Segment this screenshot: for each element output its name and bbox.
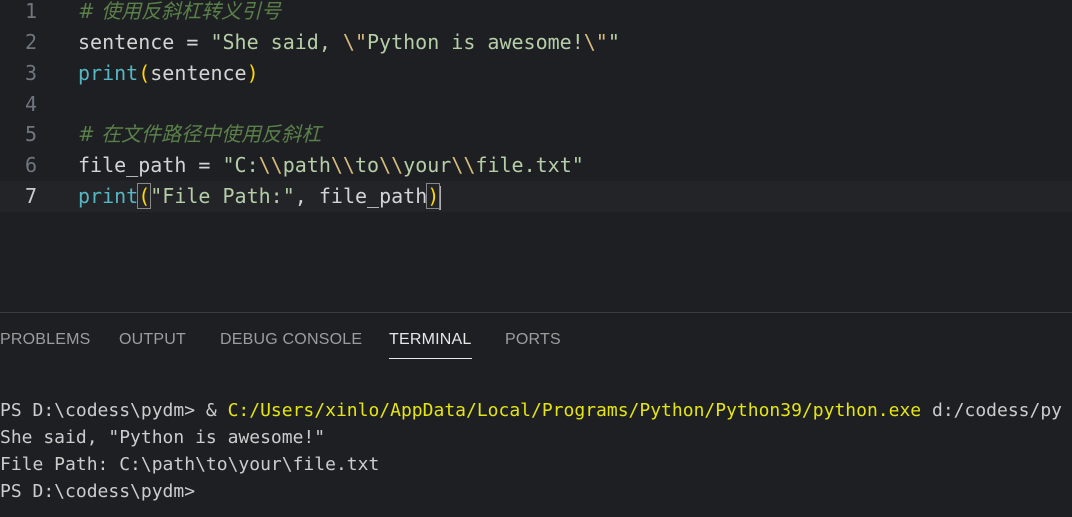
panel-tab-bar: PROBLEMS OUTPUT DEBUG CONSOLE TERMINAL P…	[0, 327, 1072, 359]
text-cursor	[439, 185, 442, 210]
string-literal: "She said,	[210, 30, 343, 54]
terminal-prompt: PS D:\codess\pydm> &	[0, 400, 228, 421]
assign-operator: =	[186, 153, 223, 177]
string-literal: "	[571, 153, 584, 177]
code-text[interactable]: # 使用反斜杠转义引号	[78, 0, 281, 27]
string-literal: Python is awesome!	[367, 30, 584, 54]
code-text[interactable]: # 在文件路径中使用反斜杠	[78, 119, 321, 150]
string-literal: file.txt	[475, 153, 572, 177]
code-line-5[interactable]: 5 # 在文件路径中使用反斜杠	[0, 119, 1072, 150]
terminal-line-output-2: File Path: C:\path\to\your\file.txt	[0, 454, 380, 475]
variable-name: file_path	[78, 153, 187, 177]
escape-sequence: \\	[258, 153, 283, 177]
variable-name: sentence	[78, 30, 175, 54]
code-comment: # 在文件路径中使用反斜杠	[78, 122, 322, 146]
escape-sequence: \\	[330, 153, 355, 177]
bottom-panel: PROBLEMS OUTPUT DEBUG CONSOLE TERMINAL P…	[0, 312, 1072, 517]
vscode-window: 1 # 使用反斜杠转义引号 2 sentence = "She said, \"…	[0, 0, 1072, 517]
code-line-2[interactable]: 2 sentence = "She said, \"Python is awes…	[0, 27, 1072, 58]
argument: file_path	[318, 184, 428, 208]
paren-close: )	[426, 183, 441, 209]
code-comment: # 使用反斜杠转义引号	[78, 0, 282, 23]
paren-open: (	[138, 61, 151, 85]
comma: ,	[294, 184, 319, 208]
code-text[interactable]: file_path = "C:\\path\\to\\your\\file.tx…	[78, 150, 584, 181]
string-literal: "File Path:"	[150, 184, 295, 208]
paren-open: (	[137, 183, 152, 209]
code-line-4[interactable]: 4	[0, 89, 1072, 120]
terminal-line-prompt: PS D:\codess\pydm>	[0, 481, 196, 502]
assign-operator: =	[174, 30, 211, 54]
code-line-3[interactable]: 3 print(sentence)	[0, 58, 1072, 89]
line-number: 3	[24, 61, 37, 85]
code-text[interactable]: print("File Path:", file_path)	[78, 181, 442, 212]
code-editor[interactable]: 1 # 使用反斜杠转义引号 2 sentence = "She said, \"…	[0, 0, 1072, 312]
line-number: 4	[24, 92, 37, 116]
line-number: 2	[24, 30, 37, 54]
code-line-1[interactable]: 1 # 使用反斜杠转义引号	[0, 0, 1072, 27]
tab-problems[interactable]: PROBLEMS	[0, 327, 91, 357]
code-text[interactable]: sentence = "She said, \"Python is awesom…	[78, 27, 620, 58]
code-line-7[interactable]: 7 print("File Path:", file_path)	[0, 181, 1072, 212]
string-literal: to	[354, 153, 380, 177]
paren-close: )	[246, 61, 259, 85]
terminal-line-output-1: She said, "Python is awesome!"	[0, 427, 326, 448]
argument: sentence	[150, 61, 247, 85]
escape-sequence: \\	[451, 153, 476, 177]
string-literal: "C:	[222, 153, 259, 177]
code-text[interactable]: print(sentence)	[78, 58, 259, 89]
escape-sequence: \\	[379, 153, 404, 177]
tab-output[interactable]: OUTPUT	[119, 327, 186, 357]
terminal-line-command: PS D:\codess\pydm> & C:/Users/xinlo/AppD…	[0, 397, 1062, 424]
line-number: 7	[24, 184, 37, 208]
terminal-script-arg: d:/codess/py	[921, 400, 1063, 421]
escape-sequence: \"	[583, 30, 608, 54]
line-number: 6	[24, 153, 37, 177]
tab-ports[interactable]: PORTS	[505, 327, 561, 357]
tab-debug-console[interactable]: DEBUG CONSOLE	[220, 327, 362, 357]
string-literal: your	[403, 153, 452, 177]
tab-terminal[interactable]: TERMINAL	[389, 327, 472, 359]
function-name: print	[78, 61, 139, 85]
line-number: 1	[24, 0, 37, 23]
terminal-python-path: C:/Users/xinlo/AppData/Local/Programs/Py…	[227, 400, 922, 421]
function-name: print	[78, 184, 139, 208]
string-literal: "	[607, 30, 620, 54]
code-line-6[interactable]: 6 file_path = "C:\\path\\to\\your\\file.…	[0, 150, 1072, 181]
line-number: 5	[24, 122, 37, 146]
terminal-output[interactable]: PS D:\codess\pydm> & C:/Users/xinlo/AppD…	[0, 397, 1072, 517]
string-literal: path	[282, 153, 331, 177]
escape-sequence: \"	[342, 30, 367, 54]
